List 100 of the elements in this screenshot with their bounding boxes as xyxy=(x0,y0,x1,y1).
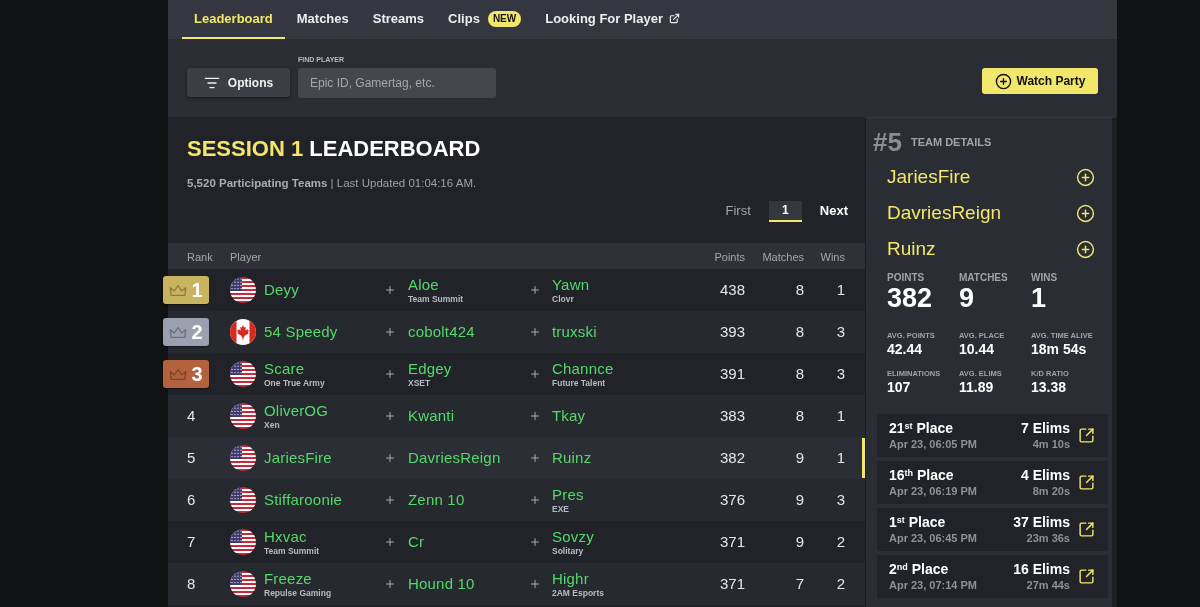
plus-icon xyxy=(529,536,541,548)
column-header: Matches xyxy=(762,251,804,263)
team-name: 2AM Esports xyxy=(552,587,604,599)
player-name[interactable]: Pres xyxy=(552,485,584,504)
stat-label: MATCHES xyxy=(959,271,1008,284)
player-name[interactable]: Tkay xyxy=(552,407,586,425)
wins-cell-text: 3 xyxy=(835,363,845,384)
external-link-icon[interactable] xyxy=(1078,474,1095,491)
plus-circle-icon[interactable] xyxy=(1076,203,1095,223)
elims-count: 7 Elims xyxy=(1020,420,1070,437)
first-page-link[interactable]: First xyxy=(725,201,751,221)
player-name[interactable]: Kwanti xyxy=(408,407,455,425)
match-card[interactable]: 2$^{nd}$ Place Apr 23, 07:14 PM 16 Elims 27m 44s xyxy=(877,555,1108,598)
placement-text: 16$^{th}$ Place xyxy=(889,467,954,484)
external-link-icon[interactable] xyxy=(1078,521,1095,538)
match-time: Apr 23, 06:19 PM xyxy=(889,484,978,498)
player-name[interactable]: Hound 10 xyxy=(408,575,475,593)
matches-cell-text: 9 xyxy=(794,447,804,468)
stat-value: 11.89 xyxy=(959,379,994,395)
player-name[interactable]: Highr xyxy=(552,569,604,588)
stat-value: 13.38 xyxy=(1031,379,1067,395)
elims-count: 16 Elims xyxy=(1013,561,1070,578)
section-title: TEAM DETAILS xyxy=(910,134,992,150)
search-field[interactable]: Epic ID, Gamertag, etc. xyxy=(298,68,496,98)
new-badge: NEW xyxy=(487,10,522,27)
wins-cell-text: 2 xyxy=(835,531,845,552)
matches-cell-text: 9 xyxy=(794,489,804,510)
player-name[interactable]: Freeze xyxy=(264,569,332,588)
table-row[interactable]: 6 Stiffaroonie Zenn 10 Pres EXE 376 9 3 xyxy=(168,479,865,521)
player-name[interactable]: JariesFire xyxy=(264,449,332,467)
plus-circle-icon[interactable] xyxy=(1076,239,1095,259)
player-name[interactable]: Zenn 10 xyxy=(408,491,465,509)
match-card[interactable]: 1$^{st}$ Place Apr 23, 06:45 PM 37 Elims 23m 36s xyxy=(877,508,1108,551)
player-name[interactable]: Edgey xyxy=(408,359,452,378)
points-cell-text: 438 xyxy=(718,279,745,300)
us-flag-icon xyxy=(230,361,256,387)
us-flag-icon xyxy=(230,529,256,555)
player-name[interactable]: Scare xyxy=(264,359,325,378)
placement-text: 21$^{st}$ Place xyxy=(889,420,954,437)
player-name[interactable]: Stiffaroonie xyxy=(264,491,342,509)
player-name[interactable]: Ruinz xyxy=(552,449,592,467)
player-name[interactable]: Yawn xyxy=(552,275,590,294)
watch-party-button[interactable]: Watch Party xyxy=(982,68,1098,94)
wins-cell-text: 1 xyxy=(835,405,845,426)
points-cell-text: 371 xyxy=(718,531,745,552)
plus-icon xyxy=(384,368,396,380)
rank-number: 3 xyxy=(191,364,203,384)
placement-text: 2$^{nd}$ Place xyxy=(889,561,949,578)
team-name: Solitary xyxy=(552,545,585,557)
player-name[interactable]: Channce xyxy=(552,359,614,378)
external-link-icon[interactable] xyxy=(1078,427,1095,444)
next-page-link[interactable]: Next xyxy=(819,201,848,221)
player-name[interactable]: cobolt424 xyxy=(408,323,475,341)
player-name[interactable]: Sovzy xyxy=(552,527,594,546)
stat-label: POINTS xyxy=(887,271,925,284)
nav-tab[interactable]: Streams xyxy=(360,0,437,39)
plus-icon xyxy=(529,368,541,380)
points-cell-text: 376 xyxy=(718,489,745,510)
plus-icon xyxy=(529,284,541,296)
player-name[interactable]: truxski xyxy=(552,323,597,341)
plus-circle-icon[interactable] xyxy=(1076,167,1095,187)
match-card[interactable]: 16$^{th}$ Place Apr 23, 06:19 PM 4 Elims 8m 20s xyxy=(877,461,1108,504)
team-name: XSET xyxy=(408,377,432,389)
page-number[interactable]: 1 xyxy=(768,200,802,222)
nav-tab[interactable]: Looking For Player xyxy=(533,0,692,39)
stat-value: 18m 54s xyxy=(1031,341,1087,357)
player-name[interactable]: DavriesReign xyxy=(408,449,501,467)
player-name[interactable]: Hxvac xyxy=(264,527,320,546)
team-name: Repulse Gaming xyxy=(264,587,332,599)
plus-icon xyxy=(384,284,396,296)
match-duration: 27m 44s xyxy=(1026,578,1070,592)
nav-tab[interactable]: Clips NEW xyxy=(436,0,534,39)
points-cell-text: 382 xyxy=(718,447,745,468)
table-row[interactable]: 4 OliverOG Xen Kwanti Tkay 383 8 1 xyxy=(168,395,865,437)
player-name[interactable]: OliverOG xyxy=(264,401,329,420)
team-member-name[interactable]: DavriesReign xyxy=(887,198,1002,228)
player-name[interactable]: Aloe xyxy=(408,275,464,294)
plus-icon xyxy=(529,326,541,338)
elims-count: 4 Elims xyxy=(1020,467,1070,484)
team-name: Team Summit xyxy=(408,293,464,305)
plus-icon xyxy=(529,578,541,590)
us-flag-icon xyxy=(230,403,256,429)
team-member-name[interactable]: JariesFire xyxy=(887,162,971,192)
player-name[interactable]: Deyy xyxy=(264,281,299,299)
canada-flag-icon xyxy=(230,319,256,345)
player-name[interactable]: Cr xyxy=(408,533,425,551)
stat-value: 9 xyxy=(959,284,975,312)
rank-number: 8 xyxy=(186,573,196,594)
table-row[interactable]: 5 JariesFire DavriesReign Ruinz 382 9 1 xyxy=(168,437,865,479)
match-card[interactable]: 21$^{st}$ Place Apr 23, 06:05 PM 7 Elims 4m 10s xyxy=(877,414,1108,457)
nav-tab[interactable]: Matches xyxy=(284,0,361,39)
team-name: Future Talent xyxy=(552,377,607,389)
plus-icon xyxy=(384,536,396,548)
us-flag-icon xyxy=(230,277,256,303)
team-member-name[interactable]: Ruinz xyxy=(887,234,936,264)
external-link-icon[interactable] xyxy=(1078,568,1095,585)
plus-icon xyxy=(384,410,396,422)
player-name[interactable]: 54 Speedy xyxy=(264,323,338,341)
table-row[interactable]: 8 Freeze Repulse Gaming Hound 10 Highr 2AM Esports 371 7 2 xyxy=(168,563,865,605)
options-button[interactable]: Options xyxy=(187,68,290,97)
